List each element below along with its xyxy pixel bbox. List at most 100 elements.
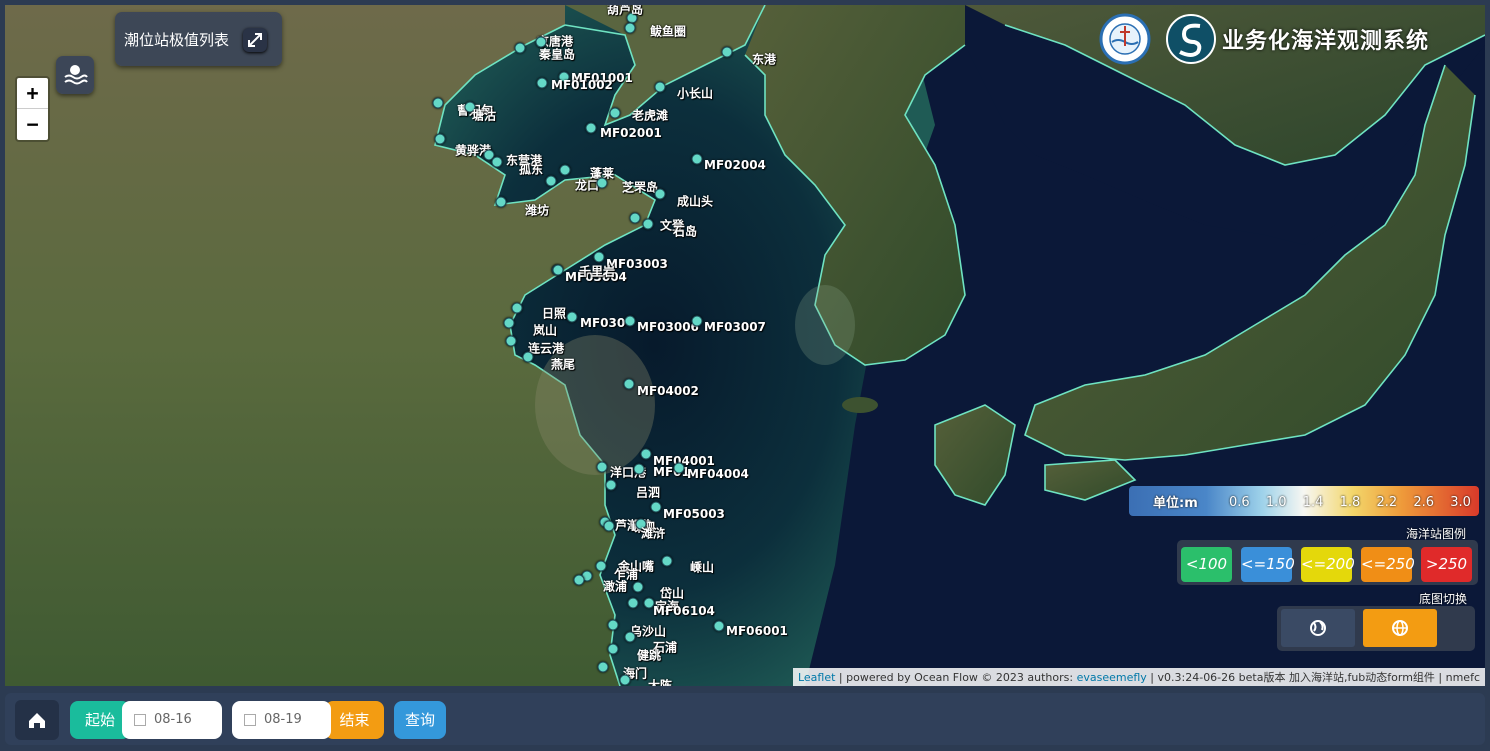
station-label: 鲅鱼圈 xyxy=(650,24,687,39)
zoom-control: + − xyxy=(15,76,50,142)
station-dot[interactable] xyxy=(603,520,615,532)
station-dot[interactable] xyxy=(503,317,515,329)
station-label: 健跳 xyxy=(637,648,662,663)
station-dot[interactable] xyxy=(627,597,639,609)
station-dot[interactable] xyxy=(595,560,607,572)
station-dot[interactable] xyxy=(585,122,597,134)
station-dot[interactable] xyxy=(673,462,685,474)
attribution-version: | v0.3:24-06-26 beta版本 加入海洋站,fub动态form组件… xyxy=(1146,671,1480,684)
station-dot[interactable] xyxy=(434,133,446,145)
station-label: MF04004 xyxy=(687,467,749,481)
station-label: MF01002 xyxy=(551,78,613,92)
query-button[interactable]: 查询 xyxy=(394,701,446,739)
station-dot[interactable] xyxy=(491,156,503,168)
station-dot[interactable] xyxy=(536,77,548,89)
station-dot[interactable] xyxy=(596,177,608,189)
legend-level-le200[interactable]: <=200 xyxy=(1301,547,1355,582)
scale-tick: 1.4 xyxy=(1302,495,1324,510)
station-dot[interactable] xyxy=(629,212,641,224)
station-label: MF030 xyxy=(580,316,626,330)
basemap-switch-title: 底图切换 xyxy=(1419,592,1468,606)
station-dot[interactable] xyxy=(633,463,645,475)
station-label: 日照 xyxy=(542,306,567,321)
station-label: MF06104 xyxy=(653,604,715,618)
station-dot[interactable] xyxy=(661,555,673,567)
basemap-dark-button[interactable] xyxy=(1281,609,1355,647)
home-icon xyxy=(29,713,45,728)
station-dot[interactable] xyxy=(545,175,557,187)
station-dot[interactable] xyxy=(623,378,635,390)
station-dot[interactable] xyxy=(642,218,654,230)
station-dot[interactable] xyxy=(609,107,621,119)
start-date-input[interactable]: 08-16 xyxy=(122,701,222,739)
station-dot[interactable] xyxy=(607,619,619,631)
station-dot[interactable] xyxy=(721,46,733,58)
station-label: MF03006 xyxy=(637,320,699,334)
leaflet-link[interactable]: Leaflet xyxy=(798,671,835,684)
start-label-button[interactable]: 起始 xyxy=(70,701,130,739)
end-date-input[interactable]: 08-19 xyxy=(232,701,331,739)
station-label: 吕泗 xyxy=(636,485,661,500)
station-dot[interactable] xyxy=(624,315,636,327)
bottom-toolbar: 起始 08-16 结束 08-19 查询 xyxy=(5,693,1485,745)
basemap-satellite-button[interactable] xyxy=(1363,609,1437,647)
station-legend: <100 <=150 <=200 <=250 >250 xyxy=(1177,540,1478,585)
station-label: MF03003 xyxy=(606,257,668,271)
station-label: 孤东 xyxy=(519,162,544,177)
station-dot[interactable] xyxy=(691,153,703,165)
station-dot[interactable] xyxy=(597,661,609,673)
zoom-out-button[interactable]: − xyxy=(17,109,48,139)
station-dot[interactable] xyxy=(511,302,523,314)
station-dot[interactable] xyxy=(607,643,619,655)
station-dot[interactable] xyxy=(596,461,608,473)
station-dot[interactable] xyxy=(514,42,526,54)
station-label: MF06001 xyxy=(726,624,788,638)
station-dot[interactable] xyxy=(654,81,666,93)
station-dot[interactable] xyxy=(650,501,662,513)
station-dot[interactable] xyxy=(624,22,636,34)
extreme-list-panel[interactable]: 潮位站极值列表 xyxy=(115,12,282,66)
end-label-button[interactable]: 结束 xyxy=(325,701,384,739)
station-dot[interactable] xyxy=(432,97,444,109)
station-dot[interactable] xyxy=(593,251,605,263)
legend-level-gt250[interactable]: >250 xyxy=(1421,547,1472,582)
station-dot[interactable] xyxy=(640,448,652,460)
expand-arrows-icon[interactable] xyxy=(243,28,267,52)
station-dot[interactable] xyxy=(619,674,631,686)
station-label: 滩浒 xyxy=(641,526,666,541)
station-dot[interactable] xyxy=(605,479,617,491)
legend-level-le250[interactable]: <=250 xyxy=(1361,547,1415,582)
map-view[interactable]: 葫芦岛 鲅鱼圈 东港 京唐港 秦皇岛 MF01001 MF01002 小长山 曹妃甸 塘沽 老虎滩 M… xyxy=(5,5,1485,686)
station-dot[interactable] xyxy=(691,315,703,327)
station-dot[interactable] xyxy=(713,620,725,632)
station-dot[interactable] xyxy=(624,631,636,643)
station-label: 葫芦岛 xyxy=(607,5,644,17)
scale-tick: 3.0 xyxy=(1450,495,1471,510)
station-dot[interactable] xyxy=(559,164,571,176)
map-attribution: Leaflet | powered by Ocean Flow © 2023 a… xyxy=(792,668,1485,686)
basemap-switch xyxy=(1277,606,1475,651)
author-link[interactable]: evaseemefly xyxy=(1077,671,1147,684)
station-label: 燕尾 xyxy=(551,357,576,372)
station-label: 秦皇岛 xyxy=(539,47,576,62)
brand-s-logo-icon xyxy=(1166,14,1216,64)
station-dot[interactable] xyxy=(632,581,644,593)
zoom-in-button[interactable]: + xyxy=(17,78,48,109)
start-date-value: 08-16 xyxy=(154,712,192,727)
station-dot[interactable] xyxy=(522,351,534,363)
station-dot[interactable] xyxy=(566,311,578,323)
legend-level-le150[interactable]: <=150 xyxy=(1241,547,1295,582)
station-dot[interactable] xyxy=(495,196,507,208)
scale-tick: 1.8 xyxy=(1339,495,1361,510)
station-label: MF05003 xyxy=(663,507,725,521)
home-button[interactable] xyxy=(15,700,59,740)
station-dot[interactable] xyxy=(505,335,517,347)
scale-tick: 2.2 xyxy=(1376,495,1398,510)
wave-layer-button[interactable] xyxy=(56,56,94,94)
tide-color-scale: 单位:m 0.6 1.0 1.4 1.8 2.2 2.6 3.0 xyxy=(1129,486,1479,516)
station-dot[interactable] xyxy=(573,574,585,586)
legend-level-lt100[interactable]: <100 xyxy=(1181,547,1232,582)
unit-label: 单位:m xyxy=(1153,496,1198,511)
station-dot[interactable] xyxy=(552,264,564,276)
station-dot[interactable] xyxy=(654,188,666,200)
